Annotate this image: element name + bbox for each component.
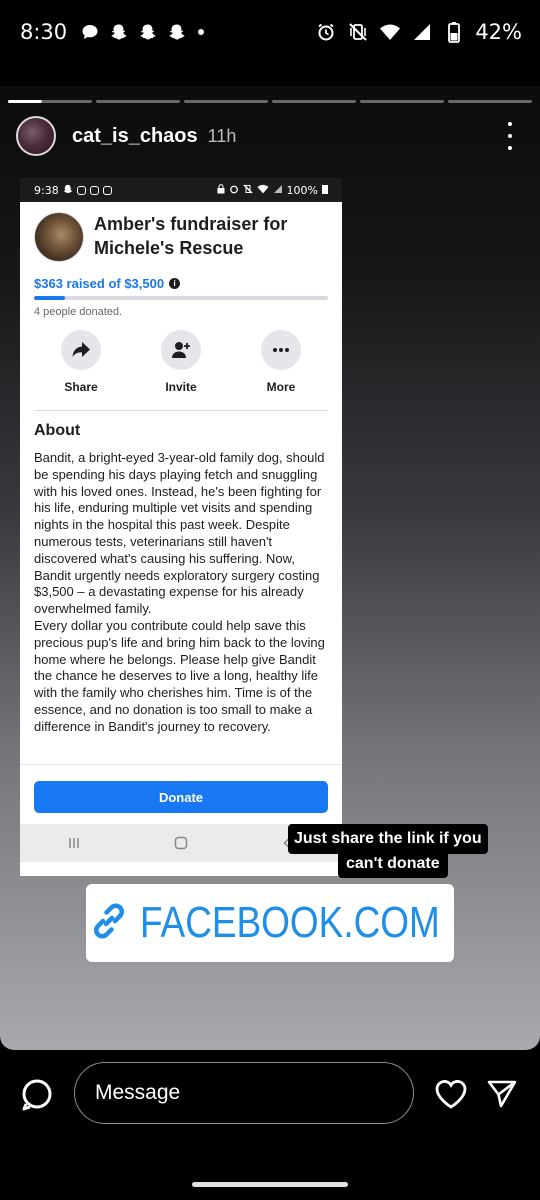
battery-icon <box>443 21 465 43</box>
more-label: More <box>266 380 296 394</box>
donate-bar: Donate <box>20 764 342 824</box>
wifi-icon <box>379 21 401 43</box>
story-segment <box>184 100 268 103</box>
lock-icon <box>217 183 225 197</box>
vibrate-off-icon <box>347 21 369 43</box>
alarm-icon <box>229 184 239 197</box>
status-bar: 8:30 42% <box>0 0 540 66</box>
divider <box>34 410 328 411</box>
home-icon <box>161 836 201 850</box>
caption-line-2: can't donate <box>338 850 448 878</box>
info-icon: i <box>169 278 181 289</box>
fundraiser-title: Amber's fundraiser for Michele's Rescue <box>94 214 288 258</box>
ghost-icon <box>63 184 73 197</box>
status-time: 8:30 <box>20 20 68 44</box>
link-icon <box>88 900 130 947</box>
about-heading: About <box>34 422 81 439</box>
instagram-icon <box>76 185 86 195</box>
signal-icon <box>273 184 283 197</box>
story-viewer[interactable]: cat_is_chaos 11h 9:38 100% Amber's fundr… <box>0 86 540 1050</box>
mute-icon <box>243 183 253 197</box>
chat-bubble-icon <box>80 22 100 42</box>
raised-amount: $363 raised of $3,500 i <box>34 276 181 291</box>
about-text: Bandit, a bright-eyed 3-year-old family … <box>34 450 334 736</box>
fundraiser-actions: Share Invite More <box>34 330 328 394</box>
send-icon[interactable] <box>486 1078 518 1110</box>
screenshot-battery: 100% <box>286 183 318 197</box>
story-segment <box>360 100 444 103</box>
story-header: cat_is_chaos 11h <box>16 116 526 156</box>
fundraiser-header: Amber's fundraiser for Michele's Rescue <box>34 212 319 262</box>
screenshot-status-bar: 9:38 100% <box>20 178 342 202</box>
story-segment <box>272 100 356 103</box>
story-segment <box>96 100 180 103</box>
story-time: 11h <box>207 125 237 146</box>
heart-icon[interactable] <box>434 1078 468 1110</box>
more-button: More <box>242 330 320 394</box>
invite-button: Invite <box>142 330 220 394</box>
donor-count: 4 people donated. <box>34 306 123 318</box>
avatar[interactable] <box>16 116 56 156</box>
screenshot-time: 9:38 <box>34 183 59 197</box>
battery-percent: 42% <box>475 20 522 44</box>
more-horizontal-icon <box>261 330 301 370</box>
share-icon <box>61 330 101 370</box>
message-input[interactable]: Message <box>74 1062 414 1124</box>
message-placeholder: Message <box>95 1081 181 1104</box>
instagram-icon <box>102 185 112 195</box>
alarm-icon <box>315 21 337 43</box>
story-segment <box>8 100 92 103</box>
share-label: Share <box>64 380 98 394</box>
snapchat-ghost-icon <box>167 22 187 42</box>
link-text: FACEBOOK.COM <box>140 898 440 947</box>
reply-bar: Message <box>0 1050 540 1200</box>
signal-icon <box>411 21 433 43</box>
raised-text: $363 raised of $3,500 <box>34 276 165 291</box>
story-progress <box>8 100 532 103</box>
notification-icons <box>80 22 204 42</box>
snapchat-ghost-icon <box>109 22 129 42</box>
wifi-icon <box>257 184 269 197</box>
battery-icon <box>322 184 328 197</box>
invite-label: Invite <box>165 380 197 394</box>
snapchat-ghost-icon <box>138 22 158 42</box>
fundraiser-photo <box>34 212 84 262</box>
about-paragraph: Every dollar you contribute could help s… <box>34 617 325 734</box>
instagram-icon <box>89 185 99 195</box>
fundraiser-progress-bar <box>34 296 328 300</box>
more-notifications-dot-icon <box>198 29 204 35</box>
recents-icon <box>54 836 94 850</box>
add-person-icon <box>161 330 201 370</box>
more-options-icon[interactable] <box>500 122 520 150</box>
share-button: Share <box>42 330 120 394</box>
username[interactable]: cat_is_chaos <box>72 125 198 148</box>
system-icons: 42% <box>315 20 522 44</box>
link-sticker[interactable]: FACEBOOK.COM <box>86 884 454 962</box>
story-segment <box>448 100 532 103</box>
camera-icon[interactable] <box>20 1078 54 1112</box>
donate-button: Donate <box>34 781 328 813</box>
home-indicator[interactable] <box>192 1182 348 1187</box>
about-paragraph: Bandit, a bright-eyed 3-year-old family … <box>34 450 325 617</box>
shared-screenshot: 9:38 100% Amber's fundraiser for Michele… <box>20 178 342 876</box>
fundraiser-progress-fill <box>34 296 65 300</box>
